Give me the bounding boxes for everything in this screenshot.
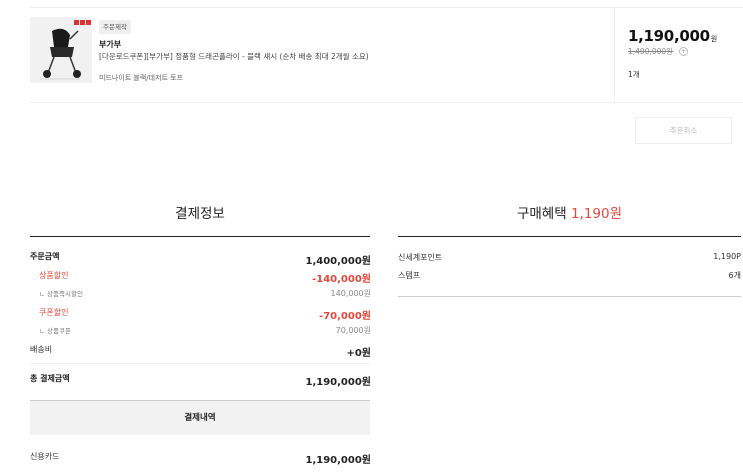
product-discount-value: -140,000원 <box>312 274 371 285</box>
info-icon[interactable]: + <box>679 47 688 56</box>
instant-discount-label: ㄴ 상품즉시할인 <box>39 290 83 298</box>
benefit-bottom-divider <box>398 296 741 297</box>
benefit-top-divider <box>398 236 741 237</box>
order-amount-value: 1,400,000원 <box>305 256 371 267</box>
product-bottom-divider <box>30 102 743 103</box>
total-divider <box>30 363 370 364</box>
cancel-order-button[interactable]: 주문취소 <box>635 117 732 144</box>
product-price: 1,190,000원 <box>628 27 717 45</box>
stamp-value: 6개 <box>728 271 741 280</box>
points-label: 신세계포인트 <box>398 253 443 262</box>
order-amount-label: 주문금액 <box>30 252 60 261</box>
product-top-divider <box>30 7 743 8</box>
product-option: 미드나이트 블랙/데저트 토프 <box>99 74 184 82</box>
price-value: 1,190,000 <box>628 27 710 45</box>
total-amount-label: 총 결제금액 <box>30 374 70 383</box>
coupon-discount-label: 쿠폰할인 <box>39 308 69 317</box>
benefit-title-label: 구매혜택 <box>516 206 567 222</box>
product-name[interactable]: [다운로드쿠폰][부가부] 정품형 드래곤플라이 - 블랙 섀시 (순차 배송 … <box>99 51 369 62</box>
credit-card-label: 신용카드 <box>30 452 60 461</box>
payment-details-header: 결제내역 <box>30 400 370 435</box>
product-discount-label: 상품할인 <box>39 271 69 280</box>
product-quantity: 1개 <box>628 70 640 79</box>
points-value: 1,190P <box>713 252 741 261</box>
product-coupon-label: ㄴ 상품쿠폰 <box>39 327 71 335</box>
credit-card-amount: 1,190,000원 <box>305 455 371 466</box>
product-brand[interactable]: 부가부 <box>99 39 121 50</box>
coupon-discount-value: -70,000원 <box>319 311 371 322</box>
purchase-benefit-title: 구매혜택 1,190원 <box>398 202 741 222</box>
price-column-divider <box>614 8 615 102</box>
product-thumbnail[interactable] <box>30 17 92 83</box>
product-original-price: 1,400,000원 <box>628 47 674 56</box>
custom-order-badge: 주문제작 <box>99 20 131 34</box>
stamp-label: 스탬프 <box>398 271 421 280</box>
benefit-title-amount: 1,190원 <box>570 206 623 222</box>
total-amount-value: 1,190,000원 <box>305 377 371 388</box>
product-coupon-value: 70,000원 <box>335 326 371 335</box>
shipping-label: 배송비 <box>30 345 53 354</box>
payment-top-divider <box>30 236 370 237</box>
instant-discount-value: 140,000원 <box>330 289 371 298</box>
shipping-value: +0원 <box>346 348 371 359</box>
payment-info-title: 결제정보 <box>175 206 225 222</box>
price-unit: 원 <box>710 35 717 43</box>
